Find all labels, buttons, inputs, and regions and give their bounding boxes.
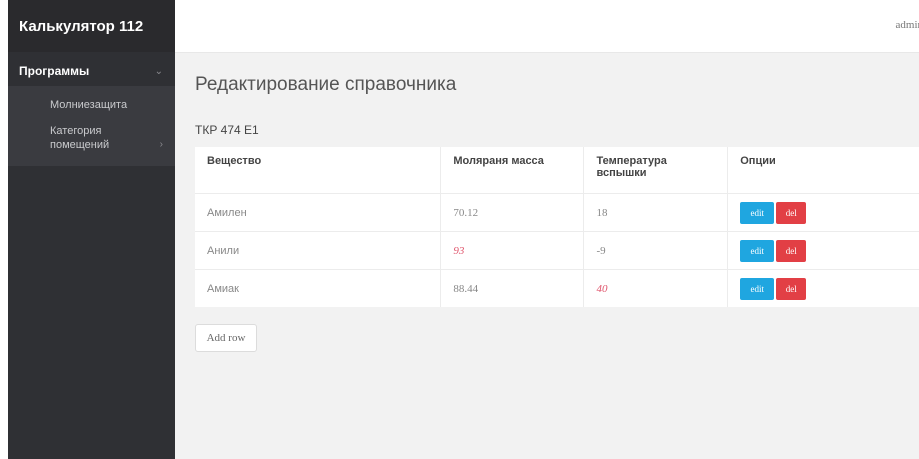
chevron-down-icon: ⌄ bbox=[154, 65, 163, 77]
sidebar-item-lightning-protection[interactable]: Молниезащита bbox=[8, 92, 175, 118]
sidebar-subnav: Молниезащита Категория помещений › bbox=[8, 86, 175, 166]
cell-options: edit del bbox=[727, 193, 919, 232]
table-row: Амиак 88.44 40 edit del bbox=[195, 269, 919, 307]
table-row: Амилен 70.12 18 edit del bbox=[195, 193, 919, 232]
cell-molar-mass: 70.12 bbox=[440, 193, 584, 232]
cell-flash-point: -9 bbox=[583, 231, 728, 270]
sidebar-group-label: Программы bbox=[19, 64, 90, 78]
add-row-button[interactable]: Add row bbox=[195, 324, 257, 352]
column-header-flash-point: Температура вспышки bbox=[583, 147, 728, 194]
delete-button[interactable]: del bbox=[776, 277, 807, 300]
sidebar-item-label: Категория помещений bbox=[50, 125, 110, 151]
page-title: Редактирование справочника bbox=[195, 74, 457, 95]
cell-molar-mass: 88.44 bbox=[440, 269, 584, 307]
topbar: admin bbox=[175, 0, 919, 53]
edit-button[interactable]: edit bbox=[740, 277, 775, 300]
edit-button[interactable]: edit bbox=[740, 201, 775, 224]
page-subtitle: ТКР 474 Е1 bbox=[195, 123, 259, 137]
sidebar: Калькулятор 112 Программы ⌄ Молниезащита… bbox=[8, 0, 175, 459]
app-brand[interactable]: Калькулятор 112 bbox=[8, 0, 175, 52]
cell-substance: Анили bbox=[195, 231, 441, 270]
user-menu[interactable]: admin bbox=[896, 19, 919, 31]
cell-options: edit del bbox=[727, 231, 919, 270]
chevron-right-icon: › bbox=[159, 139, 163, 150]
column-header-substance: Вещество bbox=[207, 155, 262, 167]
delete-button[interactable]: del bbox=[776, 239, 807, 262]
table-header-row: Вещество Моляраня масса Температура вспы… bbox=[195, 147, 919, 194]
cell-flash-point: 40 bbox=[583, 269, 728, 307]
sidebar-item-label: Молниезащита bbox=[50, 99, 128, 111]
column-header-options: Опции bbox=[727, 147, 919, 194]
substances-table: Вещество Моляраня масса Температура вспы… bbox=[195, 147, 919, 307]
cell-flash-point: 18 bbox=[583, 193, 728, 232]
cell-substance: Амилен bbox=[195, 193, 441, 232]
cell-options: edit del bbox=[727, 269, 919, 307]
edit-button[interactable]: edit bbox=[740, 239, 775, 262]
sidebar-group-programs[interactable]: Программы ⌄ bbox=[8, 56, 175, 86]
cell-molar-mass: 93 bbox=[440, 231, 584, 270]
column-header-molar-mass: Моляраня масса bbox=[440, 147, 584, 194]
cell-substance: Амиак bbox=[195, 269, 441, 307]
delete-button[interactable]: del bbox=[776, 201, 807, 224]
main-content: Редактирование справочника ТКР 474 Е1 Ве… bbox=[175, 53, 919, 459]
table-row: Анили 93 -9 edit del bbox=[195, 231, 919, 270]
sidebar-item-room-category[interactable]: Категория помещений › bbox=[8, 118, 175, 158]
